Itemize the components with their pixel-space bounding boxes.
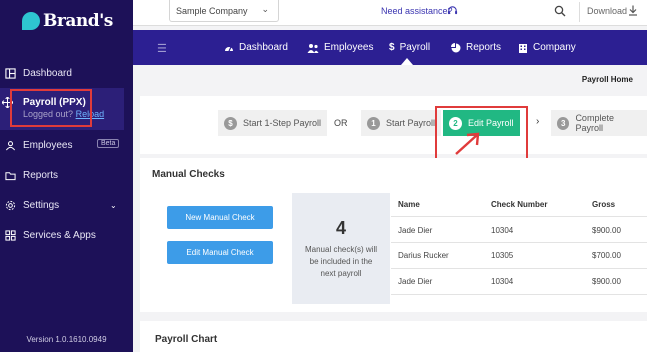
gauge-icon bbox=[225, 46, 233, 51]
sidebar-item-dashboard[interactable]: Dashboard bbox=[0, 67, 133, 79]
page-title: Payroll Home bbox=[581, 75, 633, 84]
tab-label: Company bbox=[533, 42, 576, 53]
divider bbox=[579, 2, 580, 22]
sidebar: Brand's Dashboard Payroll (PPX) Logged o… bbox=[0, 0, 133, 352]
sidebar-item-label: Settings bbox=[23, 199, 60, 211]
section-title: Manual Checks bbox=[152, 169, 225, 180]
or-separator: OR bbox=[334, 118, 348, 128]
download-button[interactable]: Download bbox=[587, 6, 627, 16]
column-header-name[interactable]: Name bbox=[398, 200, 420, 209]
row-divider bbox=[391, 242, 647, 243]
row-divider bbox=[391, 216, 647, 217]
pie-chart-icon bbox=[451, 42, 461, 52]
cell-check-number: 10305 bbox=[491, 251, 514, 260]
chevron-down-icon: ⌄ bbox=[261, 4, 269, 14]
main-content: Payroll Home $ Start 1-Step Payroll OR 1… bbox=[133, 58, 647, 352]
tab-label: Payroll bbox=[399, 42, 431, 53]
cell-gross: $900.00 bbox=[592, 277, 621, 286]
search-icon[interactable] bbox=[554, 5, 566, 17]
tab-label: Reports bbox=[466, 42, 502, 53]
manual-check-count: 4 bbox=[335, 218, 346, 238]
column-header-gross[interactable]: Gross bbox=[592, 200, 615, 209]
tab-label: Dashboard bbox=[239, 42, 288, 53]
menu-icon[interactable]: ☰ bbox=[157, 42, 167, 55]
cell-gross: $900.00 bbox=[592, 226, 621, 235]
folder-icon bbox=[4, 169, 16, 181]
dollar-icon: $ bbox=[389, 42, 395, 53]
company-select[interactable]: Sample Company ⌄ bbox=[169, 0, 279, 22]
brand-logo[interactable]: Brand's bbox=[22, 11, 113, 31]
row-divider bbox=[391, 268, 647, 269]
step-number: 3 bbox=[557, 116, 570, 130]
tab-payroll[interactable]: $ Payroll bbox=[389, 42, 430, 53]
tab-reports[interactable]: Reports bbox=[451, 42, 501, 53]
headset-icon[interactable] bbox=[447, 5, 458, 16]
dollar-icon: $ bbox=[224, 116, 237, 130]
start-one-step-button[interactable]: $ Start 1-Step Payroll bbox=[218, 110, 328, 136]
step-number: 1 bbox=[367, 116, 380, 130]
cell-name: Jade Dier bbox=[398, 226, 433, 235]
sidebar-item-services[interactable]: Services & Apps bbox=[0, 229, 133, 241]
beta-badge: Beta bbox=[97, 139, 120, 148]
manual-check-count-box: 4 Manual check(s) will be included in th… bbox=[292, 193, 390, 304]
gear-icon bbox=[4, 199, 16, 211]
tab-dashboard[interactable]: Dashboard bbox=[224, 42, 288, 53]
cell-name: Darius Rucker bbox=[398, 251, 449, 260]
manual-check-count-text: Manual check(s) will be included in the … bbox=[304, 245, 378, 278]
logo-mark-icon bbox=[22, 12, 40, 30]
sidebar-item-label: Dashboard bbox=[23, 67, 72, 79]
active-tab-pointer bbox=[401, 58, 413, 65]
cell-name: Jade Dier bbox=[398, 277, 433, 286]
cell-check-number: 10304 bbox=[491, 277, 514, 286]
company-select-value: Sample Company bbox=[176, 5, 248, 16]
download-icon[interactable] bbox=[628, 5, 638, 16]
chevron-right-icon: › bbox=[536, 116, 540, 127]
cell-check-number: 10304 bbox=[491, 226, 514, 235]
cell-gross: $700.00 bbox=[592, 251, 621, 260]
column-header-check-number[interactable]: Check Number bbox=[491, 200, 547, 209]
tab-label: Employees bbox=[324, 42, 374, 53]
tab-employees[interactable]: Employees bbox=[307, 42, 373, 53]
top-bar: Sample Company ⌄ Need assistance? Downlo… bbox=[133, 0, 647, 26]
step-label: Complete Payroll bbox=[575, 113, 614, 133]
sidebar-item-label: Services & Apps bbox=[23, 229, 96, 241]
chevron-down-icon[interactable]: ⌄ bbox=[110, 201, 117, 210]
step-label: Start 1-Step Payroll bbox=[243, 118, 322, 128]
sidebar-item-label: Employees bbox=[23, 139, 73, 151]
main-nav: ☰ Dashboard Employees $ Payroll Reports … bbox=[133, 30, 647, 65]
arrow-pointer-icon bbox=[455, 132, 480, 155]
complete-payroll-button[interactable]: 3 Complete Payroll bbox=[551, 110, 647, 136]
highlight-box bbox=[10, 89, 92, 127]
people-icon bbox=[4, 139, 16, 151]
brand-name: Brand's bbox=[43, 11, 113, 31]
version-text: Version 1.0.1610.0949 bbox=[26, 335, 107, 344]
sidebar-item-reports[interactable]: Reports bbox=[0, 169, 133, 181]
assistance-link[interactable]: Need assistance? bbox=[381, 6, 453, 16]
edit-manual-check-button[interactable]: Edit Manual Check bbox=[167, 241, 273, 264]
sidebar-item-label: Reports bbox=[23, 169, 59, 181]
section-title: Payroll Chart bbox=[155, 334, 218, 345]
new-manual-check-button[interactable]: New Manual Check bbox=[167, 206, 273, 229]
start-payroll-button[interactable]: 1 Start Payroll bbox=[361, 110, 442, 136]
building-icon bbox=[519, 43, 527, 53]
people-icon bbox=[307, 43, 319, 53]
tab-company[interactable]: Company bbox=[518, 42, 576, 53]
dashboard-icon bbox=[4, 67, 16, 79]
apps-icon bbox=[4, 229, 16, 241]
step-label: Start Payroll bbox=[386, 118, 436, 128]
manual-checks-card bbox=[140, 158, 647, 312]
row-divider bbox=[391, 294, 647, 295]
